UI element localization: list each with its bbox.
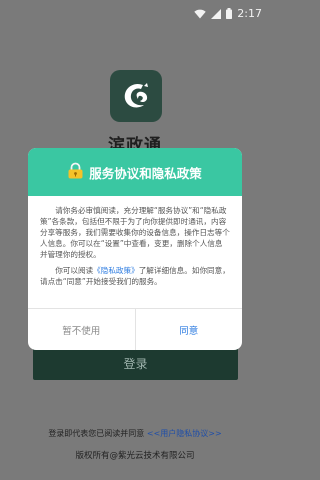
dialog-title: 服务协议和隐私政策	[89, 165, 202, 181]
wifi-icon	[194, 4, 206, 23]
lock-icon	[68, 162, 83, 183]
privacy-dialog: 服务协议和隐私政策 请你务必审慎阅读，充分理解“服务协议”和“隐私政策”各条款，…	[28, 148, 242, 350]
battery-icon	[226, 4, 233, 23]
status-bar: 2:17	[0, 0, 270, 22]
dialog-paragraph-1: 请你务必审慎阅读，充分理解“服务协议”和“隐私政策”各条款，包括但不限于为了向你…	[40, 206, 230, 259]
privacy-policy-link[interactable]: 《隐私政策》	[93, 266, 139, 275]
privacy-agreement-link[interactable]: <<用户隐私协议>>	[147, 429, 222, 438]
dialog-paragraph-2: 你可以阅读《隐私政策》了解详细信息。如你同意，请点击“同意”开始接受我们的服务。	[40, 265, 230, 287]
agreement-prefix: 登录即代表您已阅读并同意	[48, 429, 147, 438]
status-time: 2:17	[237, 7, 262, 20]
cancel-button[interactable]: 暂不使用	[28, 309, 136, 350]
login-button[interactable]: 登录	[33, 346, 238, 380]
dialog-footer: 暂不使用 同意	[28, 308, 242, 350]
signal-icon	[211, 4, 222, 23]
dialog-body: 请你务必审慎阅读，充分理解“服务协议”和“隐私政策”各条款，包括但不限于为了向你…	[28, 196, 242, 308]
paragraph-2-prefix: 你可以阅读	[55, 266, 94, 275]
copyright-text: 版权所有@紫光云技术有限公司	[75, 451, 195, 461]
app-logo-icon	[110, 70, 162, 122]
dialog-header: 服务协议和隐私政策	[28, 148, 242, 196]
status-icons: 2:17	[194, 4, 262, 23]
agree-button[interactable]: 同意	[136, 309, 243, 350]
agreement-line: 登录即代表您已阅读并同意 <<用户隐私协议>>	[0, 428, 270, 439]
